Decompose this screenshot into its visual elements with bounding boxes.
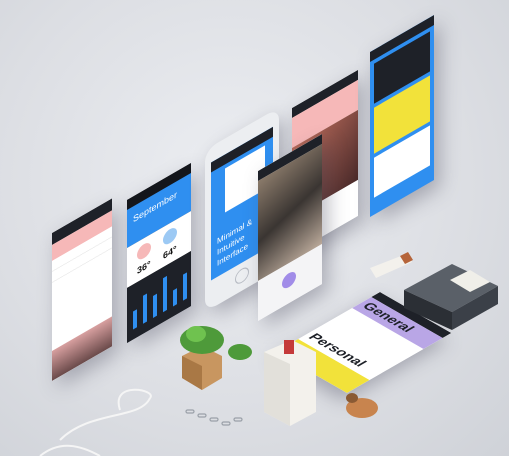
home-button xyxy=(235,264,249,287)
temperature-left: 36° xyxy=(137,258,151,277)
wooden-whistle xyxy=(346,393,378,418)
earphones xyxy=(39,388,152,456)
list-screen-pink xyxy=(52,198,112,381)
weather-screen: September 36° 64° xyxy=(127,163,191,343)
paper-clips xyxy=(185,409,243,426)
potted-succulent xyxy=(180,326,252,390)
settings-screen: General Personal xyxy=(275,292,452,393)
glass-vial xyxy=(370,252,413,278)
play-button xyxy=(282,269,296,292)
mockup-scene: September 36° 64° Minimal & Intuitive In… xyxy=(0,0,509,456)
temperature-right: 64° xyxy=(163,243,177,262)
gallery-screen xyxy=(370,15,434,218)
